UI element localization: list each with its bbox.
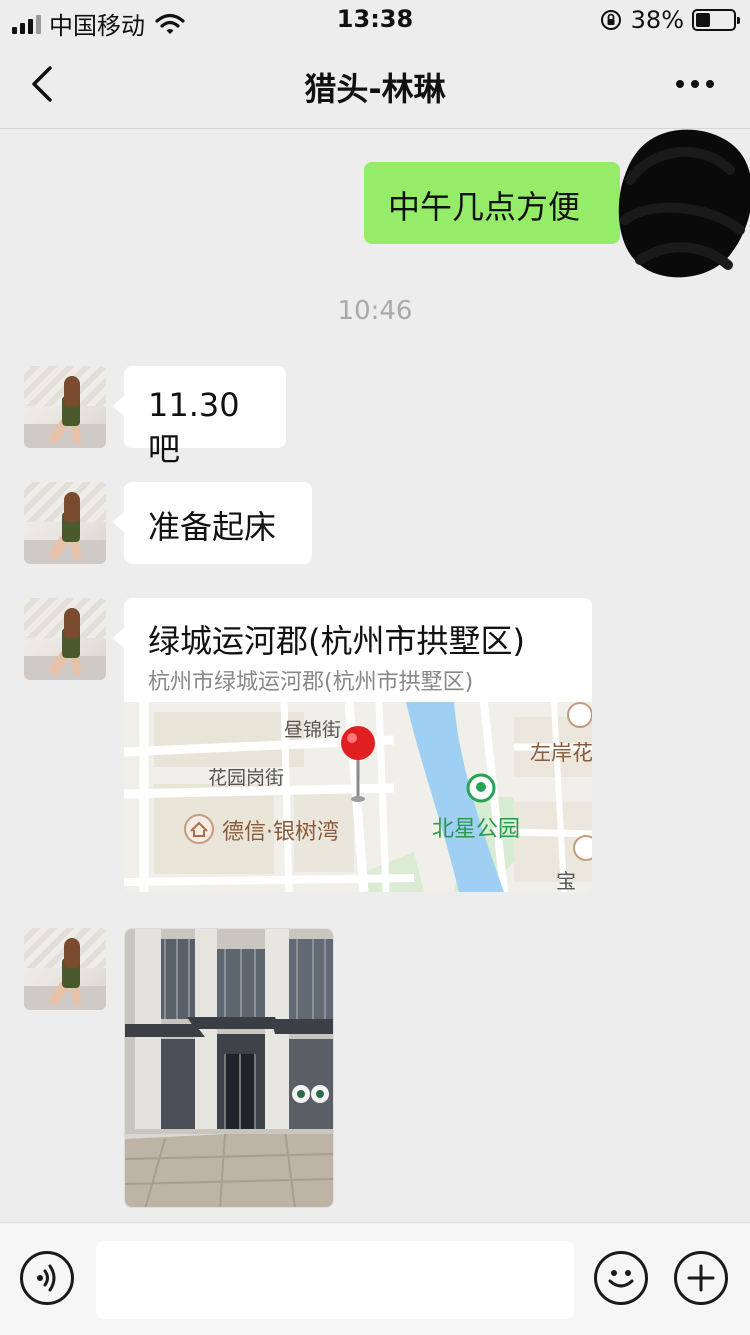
building-photo — [125, 929, 333, 1207]
message-text: 准备起床 — [148, 508, 277, 546]
message-input[interactable] — [96, 1241, 574, 1319]
location-message-card[interactable]: 绿城运河郡(杭州市拱墅区) 杭州市绿城运河郡(杭州市拱墅区) 昼锦街 花园岗街 … — [124, 598, 592, 892]
battery-icon — [692, 9, 740, 31]
map-label: 德信·银树湾 — [222, 820, 339, 845]
message-text: 中午几点方便 — [388, 188, 581, 226]
message-text: 11.30吧 — [148, 386, 240, 468]
contact-avatar[interactable] — [24, 598, 106, 680]
contact-avatar[interactable] — [24, 366, 106, 448]
contact-avatar[interactable] — [24, 482, 106, 564]
emoji-icon[interactable] — [594, 1251, 648, 1305]
map-label: 宝 — [556, 869, 576, 892]
image-message[interactable] — [124, 928, 334, 1208]
location-address: 杭州市绿城运河郡(杭州市拱墅区) — [148, 670, 474, 695]
map-label: 花园岗街 — [208, 767, 284, 789]
chat-timestamp: 10:46 — [337, 296, 413, 326]
plus-icon[interactable] — [674, 1251, 728, 1305]
input-bar — [0, 1222, 750, 1335]
incoming-message-bubble[interactable]: 准备起床 — [112, 482, 312, 564]
map-label: 北星公园 — [432, 817, 520, 842]
more-dots-icon[interactable] — [676, 76, 720, 92]
outgoing-message-bubble[interactable]: 中午几点方便 — [364, 162, 632, 244]
bubble-tail — [112, 628, 124, 648]
location-title: 绿城运河郡(杭州市拱墅区) — [148, 622, 525, 660]
contact-avatar[interactable] — [24, 928, 106, 1010]
map-label: 左岸花 — [530, 741, 592, 765]
chat-title: 猎头-林琳 — [304, 70, 446, 108]
location-map-preview: 昼锦街 花园岗街 德信·银树湾 北星公园 左岸花 宝 — [124, 702, 592, 892]
redacted-avatar — [618, 129, 750, 278]
incoming-message-bubble[interactable]: 11.30吧 — [112, 366, 286, 468]
voice-icon[interactable] — [20, 1251, 74, 1305]
map-label: 昼锦街 — [284, 719, 341, 741]
rotation-lock-icon — [600, 10, 621, 30]
nav-bar: 猎头-林琳 — [0, 40, 750, 129]
battery-percent: 38% — [630, 6, 684, 34]
status-bar: 中国移动 13:38 38% — [0, 0, 750, 40]
